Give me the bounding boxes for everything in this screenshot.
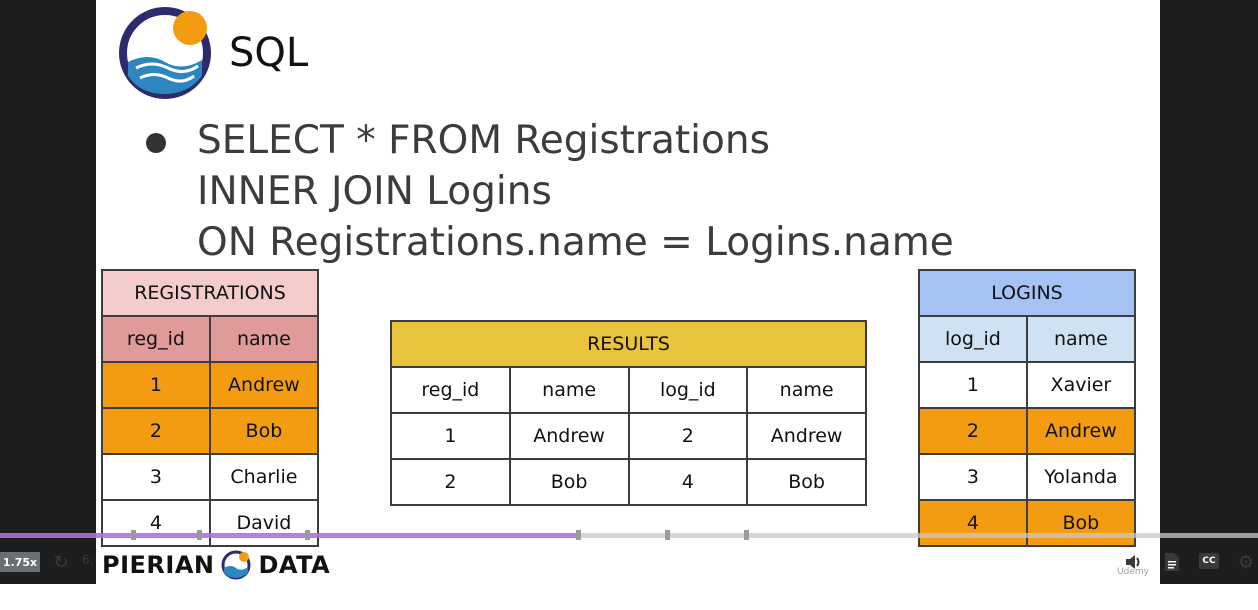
brand-logo-icon (221, 550, 251, 580)
column-header: log_id (627, 366, 749, 414)
table-title: REGISTRATIONS (101, 269, 319, 317)
slide-title: SQL (229, 30, 309, 76)
table-cell: Andrew (208, 361, 320, 409)
results-table: RESULTS reg_id name log_id name 1 Andrew… (390, 320, 867, 506)
table-row: 1 Andrew (101, 361, 320, 409)
video-player-page: SQL SELECT * FROM Registrations INNER JOI… (0, 0, 1258, 610)
table-cell: 2 (918, 407, 1028, 455)
table-cell: Bob (1025, 499, 1137, 547)
query-line: INNER JOIN Logins (197, 169, 552, 214)
rewind-icon[interactable]: ↻ (49, 550, 73, 574)
bullet-icon (146, 133, 166, 153)
chapter-marker (305, 530, 310, 540)
chapter-marker (131, 530, 136, 540)
table-cell: 1 (390, 412, 511, 460)
sql-logo-icon (119, 7, 211, 99)
table-cell: David (208, 499, 320, 547)
table-cell: Yolanda (1025, 453, 1137, 501)
table-row: 2 Bob (101, 407, 320, 455)
table-cell: 2 (627, 412, 749, 460)
table-row: 4 Bob (918, 499, 1137, 547)
table-cell: Bob (508, 458, 630, 506)
table-title: RESULTS (390, 320, 867, 368)
query-line: SELECT * FROM Registrations (197, 118, 770, 163)
table-cell: Andrew (508, 412, 630, 460)
registrations-table: REGISTRATIONS reg_id name 1 Andrew 2 Bob… (101, 269, 320, 547)
table-cell: Xavier (1025, 361, 1137, 409)
table-cell: Bob (208, 407, 320, 455)
column-header: reg_id (101, 315, 211, 363)
transcript-icon[interactable] (1160, 550, 1184, 574)
table-cell: 2 (101, 407, 211, 455)
chapter-marker (576, 530, 581, 540)
table-cell: 3 (101, 453, 211, 501)
column-header: log_id (918, 315, 1028, 363)
pierian-data-brand: PIERIAN DATA (102, 548, 330, 582)
column-header: name (508, 366, 630, 414)
playback-speed-button[interactable]: 1.75x (0, 552, 40, 572)
chapter-marker (744, 530, 749, 540)
column-header: name (208, 315, 320, 363)
table-cell: 3 (918, 453, 1028, 501)
table-cell: Bob (746, 458, 867, 506)
brand-text-right: DATA (258, 551, 331, 579)
table-cell: 4 (918, 499, 1028, 547)
udemy-watermark: Udemy (1117, 567, 1149, 577)
table-row: 2 Bob 4 Bob (390, 458, 867, 506)
current-time: 6: (82, 553, 94, 567)
table-cell: 1 (101, 361, 211, 409)
table-row: 2 Andrew (918, 407, 1137, 455)
logins-table: LOGINS log_id name 1 Xavier 2 Andrew 3 Y… (918, 269, 1137, 547)
progress-bar-fill (0, 533, 579, 538)
table-row: 1 Xavier (918, 361, 1137, 409)
column-header: name (1025, 315, 1137, 363)
table-row: 3 Yolanda (918, 453, 1137, 501)
video-player[interactable]: SQL SELECT * FROM Registrations INNER JOI… (0, 0, 1258, 584)
table-cell: 4 (627, 458, 749, 506)
captions-icon[interactable]: CC (1199, 553, 1219, 569)
sql-query: SELECT * FROM Registrations INNER JOIN Lo… (197, 115, 954, 268)
table-cell: Andrew (746, 412, 867, 460)
column-header: name (746, 366, 867, 414)
chapter-marker (665, 530, 670, 540)
table-cell: Charlie (208, 453, 320, 501)
table-cell: 4 (101, 499, 211, 547)
table-cell: Andrew (1025, 407, 1137, 455)
brand-text-left: PIERIAN (102, 551, 215, 579)
table-cell: 2 (390, 458, 511, 506)
table-row: 1 Andrew 2 Andrew (390, 412, 867, 460)
query-line: ON Registrations.name = Logins.name (197, 220, 954, 265)
settings-icon[interactable]: ⚙ (1234, 550, 1258, 574)
lecture-slide: SQL SELECT * FROM Registrations INNER JOI… (96, 0, 1160, 584)
table-row: 3 Charlie (101, 453, 320, 501)
table-title: LOGINS (918, 269, 1136, 317)
column-header: reg_id (390, 366, 511, 414)
table-cell: 1 (918, 361, 1028, 409)
chapter-marker (197, 530, 202, 540)
